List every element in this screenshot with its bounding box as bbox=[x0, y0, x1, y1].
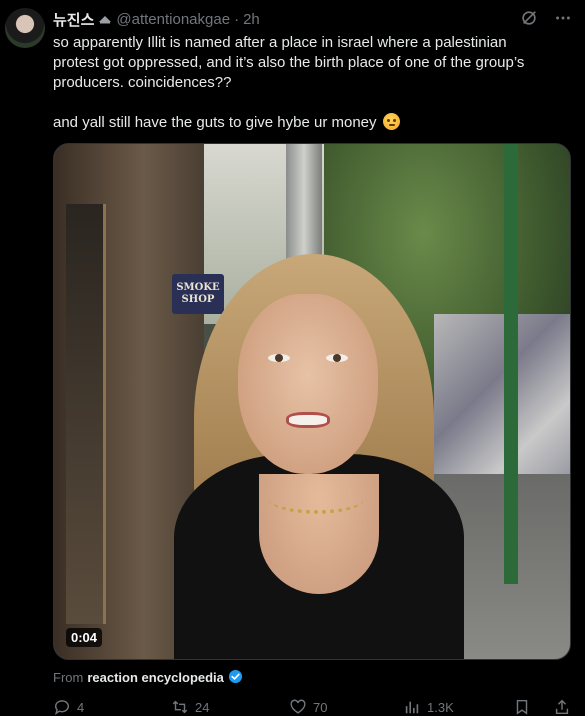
views-button[interactable]: 1.3K bbox=[403, 698, 454, 716]
separator-dot: · bbox=[234, 10, 240, 28]
grok-icon[interactable] bbox=[519, 8, 539, 28]
reply-count: 4 bbox=[77, 699, 85, 715]
smoke-shop-sign: SMOKE SHOP bbox=[172, 274, 224, 314]
person-eye-right bbox=[326, 354, 348, 362]
verified-badge-icon bbox=[228, 669, 244, 685]
handle[interactable]: @attentionakgae bbox=[116, 11, 230, 28]
scene-graffiti-wall bbox=[434, 314, 570, 494]
display-name[interactable]: 뉴진스 bbox=[53, 9, 94, 30]
attribution-prefix: From bbox=[53, 669, 84, 685]
more-options-icon[interactable] bbox=[553, 8, 573, 28]
share-icon bbox=[555, 699, 569, 715]
video-duration: 0:04 bbox=[66, 628, 103, 647]
video-player[interactable]: SMOKE SHOP 0:04 bbox=[53, 143, 571, 660]
bookmark-button[interactable] bbox=[513, 698, 531, 716]
scene-scaffold bbox=[504, 144, 518, 584]
video-thumbnail: SMOKE SHOP bbox=[54, 144, 570, 659]
repost-count: 24 bbox=[195, 699, 210, 715]
like-count: 70 bbox=[313, 699, 328, 715]
share-button[interactable] bbox=[553, 698, 571, 716]
sign-line1: SMOKE bbox=[176, 282, 220, 293]
thinking-face-emoji-icon bbox=[382, 113, 400, 130]
timestamp[interactable]: 2h bbox=[243, 11, 260, 28]
video-attribution: From reaction encyclopedia bbox=[53, 669, 244, 685]
affiliation-badge-icon bbox=[98, 14, 112, 24]
bookmark-icon bbox=[516, 699, 528, 715]
scene-window bbox=[66, 204, 106, 624]
person-face bbox=[238, 294, 378, 474]
person-necklace bbox=[269, 484, 364, 514]
sign-line2: SHOP bbox=[181, 294, 215, 305]
action-bar: 4 24 70 1.3K bbox=[53, 697, 573, 716]
views-chart-icon bbox=[405, 701, 419, 714]
header-actions bbox=[519, 8, 573, 28]
tweet-body: so apparently Illit is named after a pla… bbox=[53, 34, 525, 131]
attribution-source-link[interactable]: reaction encyclopedia bbox=[87, 670, 224, 685]
like-button[interactable]: 70 bbox=[289, 698, 327, 716]
views-count: 1.3K bbox=[427, 699, 454, 715]
reply-icon bbox=[54, 700, 69, 715]
tweet-header: 뉴진스 @attentionakgae · 2h bbox=[53, 9, 525, 29]
tweet-text: so apparently Illit is named after a pla… bbox=[53, 33, 553, 133]
repost-button[interactable]: 24 bbox=[171, 698, 209, 716]
repost-icon bbox=[172, 700, 188, 714]
tweet: 뉴진스 @attentionakgae · 2h so apparently I… bbox=[0, 0, 585, 716]
avatar[interactable] bbox=[5, 8, 45, 48]
person-eye-left bbox=[268, 354, 290, 362]
heart-icon bbox=[290, 699, 306, 714]
reply-button[interactable]: 4 bbox=[53, 698, 84, 716]
person-mouth bbox=[286, 412, 330, 428]
